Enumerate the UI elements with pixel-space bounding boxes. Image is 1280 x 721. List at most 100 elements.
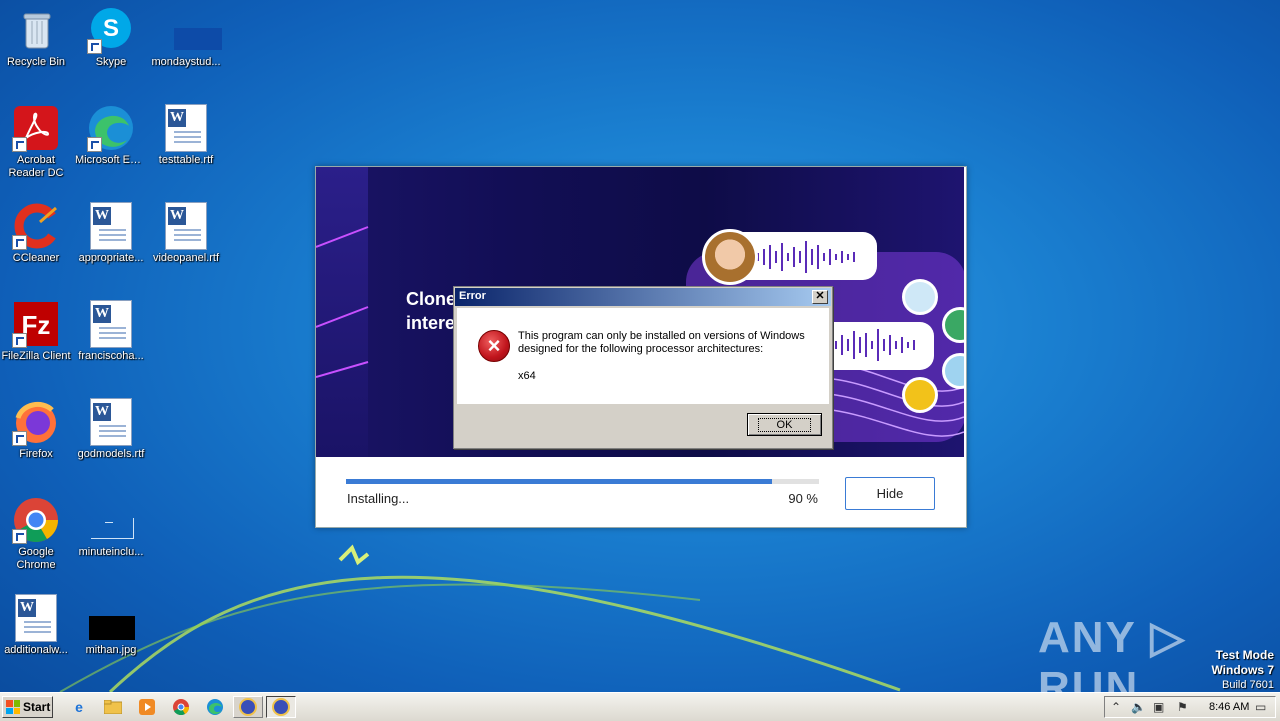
chrome-icon (12, 496, 60, 544)
close-icon[interactable]: ✕ (812, 290, 828, 304)
progress-fill (346, 479, 772, 484)
icon-label: mondaystud... (151, 56, 221, 68)
desktop-icon-skype[interactable]: S Skype (75, 6, 147, 69)
desktop-icon-recycle-bin[interactable]: Recycle Bin (0, 6, 72, 69)
word-document-icon: W (90, 300, 132, 348)
architecture-value: x64 (518, 370, 536, 382)
recycle-bin-icon (12, 6, 60, 54)
firefox-icon (12, 398, 60, 446)
avatar (902, 279, 938, 315)
icon-label: Skype (95, 56, 127, 68)
show-desktop-icon[interactable]: ▭ (1255, 700, 1266, 714)
dialog-body: × This program can only be installed on … (457, 308, 829, 404)
file-thumbnail-icon (162, 6, 222, 54)
chrome-icon[interactable] (170, 697, 192, 717)
ok-button[interactable]: OK (747, 413, 822, 436)
show-hidden-icons-icon[interactable]: ⌃ (1111, 700, 1121, 714)
dialog-titlebar[interactable]: Error ✕ (455, 288, 831, 306)
system-tray: ⌃ 🔈 ▣ ⚑ 8:46 AM ▭ (1104, 696, 1276, 718)
taskbar-error-task[interactable] (266, 696, 296, 718)
error-dialog: Error ✕ × This program can only be insta… (453, 286, 833, 449)
desktop-icon-mondaystud[interactable]: mondaystud... (150, 6, 222, 69)
icon-label: godmodels.rtf (77, 448, 145, 460)
icon-label: additionalw... (4, 644, 68, 656)
banner-title-line2: intere (406, 313, 456, 333)
shortcut-arrow-icon (12, 333, 27, 348)
waveform-icon (835, 329, 915, 361)
desktop-icon-godmodels[interactable]: W godmodels.rtf (75, 398, 147, 461)
word-document-icon: W (90, 202, 132, 250)
icon-label: Recycle Bin (6, 56, 66, 68)
icon-label: videopanel.rtf (152, 252, 220, 264)
word-document-icon: W (90, 398, 132, 446)
ccleaner-icon (12, 202, 60, 250)
icon-label: franciscoha... (78, 350, 144, 362)
banner-title: Clone intere (406, 287, 456, 335)
svg-text:S: S (103, 15, 119, 42)
desktop-icon-mithan[interactable]: mithan.jpg (75, 594, 147, 657)
taskbar: Start e ⌃ 🔈 ▣ ⚑ 8:46 AM ▭ (0, 692, 1280, 721)
desktop-icon-edge[interactable]: Microsoft Edge (75, 104, 147, 167)
progress-panel: Installing... 90 % Hide (316, 457, 964, 527)
start-button[interactable]: Start (2, 696, 53, 718)
app-icon (272, 698, 290, 716)
desktop-icon-videopanel[interactable]: W videopanel.rtf (150, 202, 222, 265)
desktop-icon-ccleaner[interactable]: CCleaner (0, 202, 72, 265)
icon-label: appropriate... (78, 252, 144, 264)
error-message: This program can only be installed on ve… (518, 330, 805, 355)
media-player-icon[interactable] (136, 697, 158, 717)
desktop-icon-testtable[interactable]: W testtable.rtf (150, 104, 222, 167)
icon-label: Acrobat Reader DC (8, 154, 64, 179)
edge-icon[interactable] (204, 697, 226, 717)
install-status: Installing... (347, 491, 410, 506)
ok-button-label: OK (757, 417, 812, 432)
avatar (702, 229, 758, 285)
desktop-icon-minuteinclu[interactable]: minuteinclu... (75, 496, 147, 559)
icon-label: Firefox (19, 448, 53, 460)
os-label: Windows 7 (1211, 663, 1274, 677)
icon-label: Microsoft Edge (75, 154, 147, 166)
waveform-icon (757, 241, 855, 273)
icon-label: FileZilla Client (1, 350, 71, 362)
desktop-icon-filezilla[interactable]: Fz FileZilla Client (0, 300, 72, 363)
icon-label: minuteinclu... (78, 546, 144, 558)
taskbar-installer-task[interactable] (233, 696, 263, 718)
desktop-icon-franciscoha[interactable]: W franciscoha... (75, 300, 147, 363)
word-document-icon: W (165, 202, 207, 250)
volume-icon[interactable]: 🔈 (1131, 700, 1146, 714)
filezilla-icon: Fz (12, 300, 60, 348)
ie-icon[interactable]: e (68, 697, 90, 717)
shortcut-arrow-icon (12, 529, 27, 544)
avatar (902, 377, 938, 413)
file-thumbnail-icon (87, 496, 135, 544)
desktop-icon-firefox[interactable]: Firefox (0, 398, 72, 461)
clock[interactable]: 8:46 AM (1209, 701, 1249, 713)
error-icon: × (478, 330, 510, 362)
image-thumbnail-icon (87, 594, 135, 642)
word-document-icon: W (15, 594, 57, 642)
windows-logo-icon (6, 700, 20, 714)
dialog-title: Error (459, 290, 486, 302)
shortcut-arrow-icon (12, 431, 27, 446)
edge-icon (87, 104, 135, 152)
desktop-icon-additionalw[interactable]: W additionalw... (0, 594, 72, 657)
hide-button[interactable]: Hide (845, 477, 935, 510)
test-mode-label: Test Mode (1215, 648, 1274, 662)
app-icon (239, 698, 257, 716)
desktop-icon-appropriate[interactable]: W appropriate... (75, 202, 147, 265)
acrobat-icon (12, 104, 60, 152)
icon-label: CCleaner (12, 252, 60, 264)
banner-title-line1: Clone (406, 289, 457, 309)
build-label: Build 7601 (1222, 679, 1274, 691)
icon-label: mithan.jpg (85, 644, 137, 656)
desktop-icon-acrobat[interactable]: Acrobat Reader DC (0, 104, 72, 180)
folder-icon[interactable] (102, 697, 124, 717)
desktop-icon-chrome[interactable]: Google Chrome (0, 496, 72, 572)
icon-label: Google Chrome (16, 546, 56, 571)
skype-icon: S (87, 6, 135, 54)
shortcut-arrow-icon (87, 39, 102, 54)
test-mode-notice: Test Mode Windows 7 Build 7601 (1211, 648, 1274, 692)
action-center-flag-icon[interactable]: ⚑ (1177, 700, 1188, 714)
start-label: Start (23, 700, 51, 714)
network-icon[interactable]: ▣ (1153, 700, 1164, 714)
